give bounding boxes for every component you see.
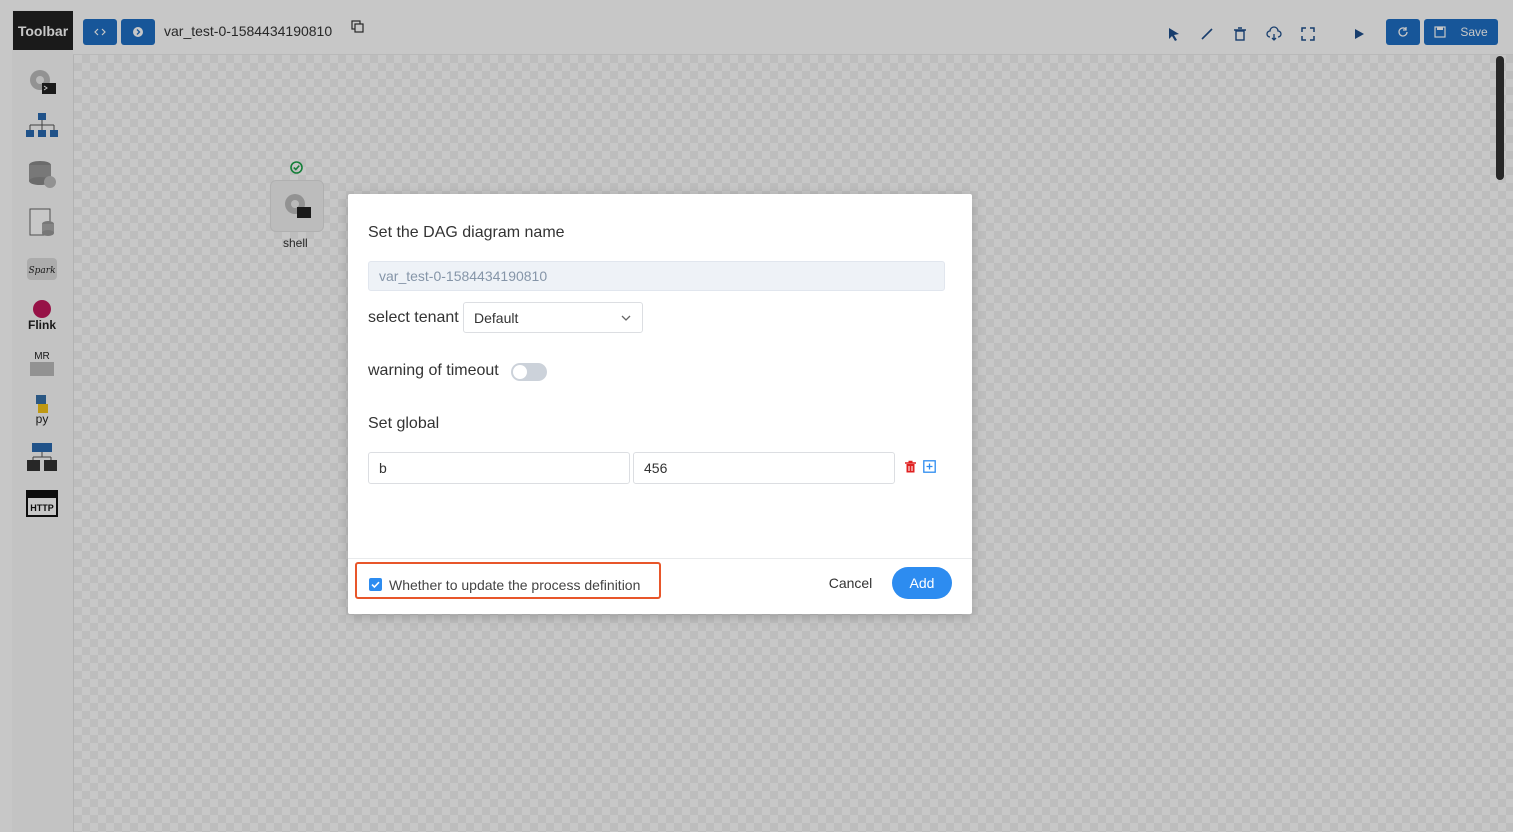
add-button[interactable]: Add: [892, 567, 952, 599]
add-param-icon[interactable]: [923, 460, 936, 473]
timeout-toggle[interactable]: [511, 363, 547, 381]
global-param-key-input[interactable]: [368, 452, 630, 484]
tenant-select[interactable]: Default: [463, 302, 643, 333]
dialog-footer-divider: [348, 558, 972, 559]
timeout-toggle-knob: [513, 365, 527, 379]
timeout-label: warning of timeout: [368, 362, 499, 379]
update-process-label[interactable]: Whether to update the process definition: [389, 577, 640, 593]
tenant-select-value: Default: [474, 309, 519, 326]
global-param-value-input[interactable]: [633, 452, 895, 484]
checkmark-icon: [371, 581, 380, 589]
chevron-down-icon: [621, 315, 631, 321]
dag-name-input[interactable]: [368, 261, 945, 291]
dag-name-label: Set the DAG diagram name: [368, 224, 565, 241]
save-dag-dialog: Set the DAG diagram name select tenant D…: [348, 194, 972, 614]
cancel-button[interactable]: Cancel: [818, 568, 883, 598]
trash-icon[interactable]: [904, 460, 917, 473]
global-params-label: Set global: [368, 415, 440, 432]
tenant-label: select tenant: [368, 309, 459, 326]
update-process-checkbox[interactable]: [369, 578, 382, 591]
